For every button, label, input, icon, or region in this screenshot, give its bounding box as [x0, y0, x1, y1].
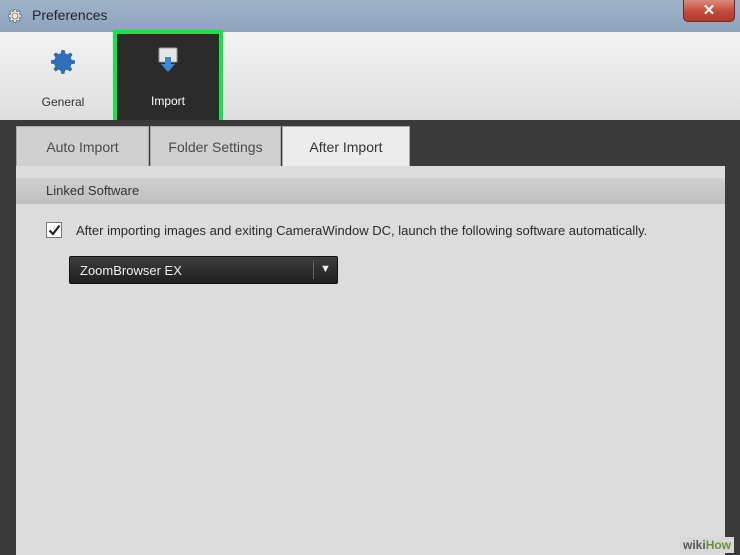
tab-strip: Auto Import Folder Settings After Import: [0, 120, 740, 166]
tab-auto-import[interactable]: Auto Import: [16, 126, 149, 166]
import-icon: [158, 47, 178, 72]
title-bar: Preferences ✕: [0, 0, 740, 32]
watermark-prefix: wiki: [683, 538, 706, 552]
dropdown-divider: [313, 261, 314, 279]
preferences-toolbar: General Import: [0, 30, 740, 124]
window-edge: [725, 120, 740, 555]
close-button[interactable]: ✕: [683, 0, 735, 22]
gear-icon: [51, 50, 75, 74]
wikihow-watermark: wikiHow: [680, 537, 735, 553]
launch-software-label: After importing images and exiting Camer…: [76, 223, 648, 238]
toolbar-general-button[interactable]: General: [30, 32, 96, 120]
chevron-down-icon[interactable]: ▼: [320, 263, 331, 275]
tab-folder-settings[interactable]: Folder Settings: [150, 126, 281, 166]
toolbar-import-label: Import: [150, 94, 185, 108]
software-select[interactable]: ZoomBrowser EX ▼: [69, 256, 338, 284]
checkmark-icon: [48, 224, 61, 236]
section-header: Linked Software: [16, 178, 725, 204]
gear-icon: [7, 8, 23, 23]
toolbar-import-button[interactable]: Import: [113, 30, 223, 124]
window-title: Preferences: [32, 7, 108, 23]
watermark-suffix: How: [705, 538, 732, 552]
toolbar-general-label: General: [41, 95, 85, 109]
software-select-value: ZoomBrowser EX: [80, 263, 182, 278]
launch-software-checkbox[interactable]: [46, 222, 62, 238]
tab-after-import[interactable]: After Import: [282, 126, 410, 166]
close-icon: ✕: [702, 2, 716, 19]
section-title: Linked Software: [46, 183, 140, 198]
